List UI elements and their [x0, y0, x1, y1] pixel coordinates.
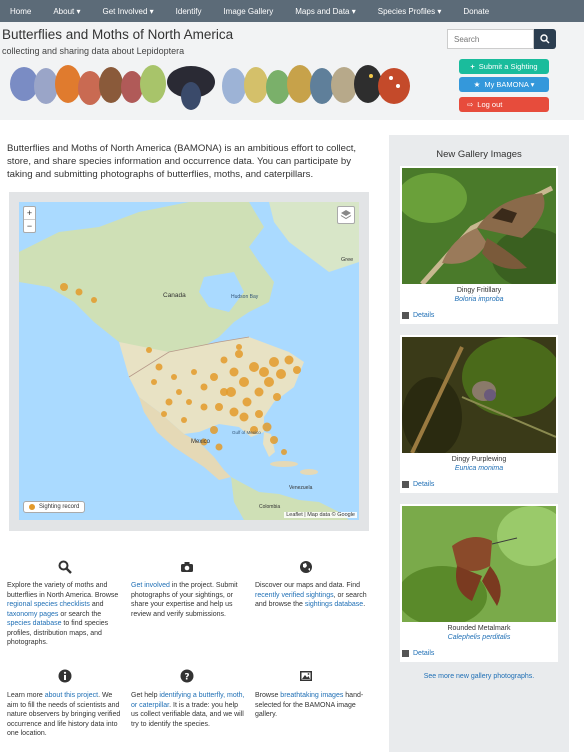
details-link[interactable]: Details — [402, 650, 434, 657]
map-label-canada: Canada — [163, 292, 186, 299]
nav-about[interactable]: About ▾ — [53, 7, 80, 16]
feature-text: and — [89, 601, 104, 608]
recently-verified-sightings-link[interactable]: recently verified sightings — [255, 592, 334, 599]
map-label-mexico: Mexico — [191, 439, 211, 445]
map-basemap — [19, 202, 359, 520]
svg-text:?: ? — [184, 673, 189, 683]
map-zoom-control: + − — [23, 206, 36, 233]
globe-icon — [300, 561, 312, 573]
gallery-photo[interactable] — [402, 168, 556, 284]
about-project-link[interactable]: about this project — [45, 692, 98, 699]
feature-get-involved: Get involved in the project. Submit phot… — [131, 581, 246, 619]
plus-icon: + — [470, 62, 475, 71]
search-icon — [540, 34, 550, 44]
get-involved-link[interactable]: Get involved — [131, 582, 170, 589]
nav-image-gallery[interactable]: Image Gallery — [223, 7, 273, 16]
document-icon — [402, 312, 409, 319]
details-link[interactable]: Details — [402, 312, 434, 319]
site-subtitle: collecting and sharing data about Lepido… — [2, 46, 185, 56]
map-attribution[interactable]: Leaflet | Map data © Google — [284, 512, 357, 518]
taxonomy-pages-link[interactable]: taxonomy pages — [7, 611, 58, 618]
gallery-sidebar: New Gallery Images Dingy Fritillary Bolo… — [389, 135, 569, 752]
site-header: Butterflies and Moths of North America c… — [0, 22, 584, 120]
logout-label: Log out — [477, 100, 503, 109]
gallery-photo[interactable] — [402, 337, 556, 453]
layers-button[interactable] — [337, 206, 355, 224]
nav-maps-and-data[interactable]: Maps and Data ▾ — [295, 7, 356, 16]
info-icon — [58, 669, 72, 683]
details-label: Details — [413, 481, 435, 488]
search-icon — [58, 560, 72, 574]
feature-text: . — [363, 601, 366, 608]
map-legend: Sighting record — [23, 501, 86, 513]
gallery-card: Dingy Fritillary Boloria improba Details — [400, 166, 558, 324]
intro-text: Butterflies and Moths of North America (… — [7, 143, 357, 180]
gallery-card: Rounded Metalmark Calephelis perditalis … — [400, 504, 558, 662]
sightings-database-link[interactable]: sightings database — [305, 601, 363, 608]
question-icon: ? — [180, 669, 194, 683]
feature-text: Discover our maps and data. Find — [255, 582, 361, 589]
feature-explore: Explore the variety of moths and butterf… — [7, 581, 122, 648]
nav-donate[interactable]: Donate — [463, 7, 489, 16]
search-input[interactable] — [447, 29, 534, 49]
feature-maps-data: Discover our maps and data. Find recentl… — [255, 581, 370, 610]
species-common-name: Dingy Fritillary — [456, 287, 502, 294]
submit-sighting-label: Submit a Sighting — [478, 62, 538, 71]
zoom-out-button[interactable]: − — [24, 220, 35, 232]
feature-text: Get help — [131, 692, 160, 699]
see-more-gallery-link[interactable]: See more new gallery photographs. — [389, 673, 569, 680]
details-label: Details — [413, 650, 435, 657]
species-common-name: Dingy Purplewing — [451, 456, 507, 463]
sidebar-title: New Gallery Images — [436, 149, 522, 160]
species-scientific-name[interactable]: Eunica monima — [400, 465, 558, 472]
my-bamona-button[interactable]: ★ My BAMONA ▾ — [459, 77, 549, 92]
map-label-colombia: Colombia — [259, 504, 281, 510]
logout-icon: ⇨ — [467, 100, 474, 109]
map-label-venezuela: Venezuela — [289, 485, 313, 491]
nav-home[interactable]: Home — [10, 7, 31, 16]
feature-text: or search the — [58, 610, 102, 618]
document-icon — [402, 481, 409, 488]
nav-get-involved[interactable]: Get Involved ▾ — [103, 7, 154, 16]
my-bamona-label: My BAMONA ▾ — [484, 80, 535, 89]
butterfly-banner — [10, 65, 410, 110]
layers-icon — [340, 210, 352, 220]
top-navbar: Home About ▾ Get Involved ▾ Identify Ima… — [0, 0, 584, 22]
gallery-card: Dingy Purplewing Eunica monima Details — [400, 335, 558, 493]
site-title[interactable]: Butterflies and Moths of North America — [2, 27, 233, 42]
map-label-gulf: Gulf of Mexico — [232, 430, 261, 435]
zoom-in-button[interactable]: + — [24, 207, 35, 220]
feature-about: Learn more about this project. We aim to… — [7, 691, 122, 739]
map-label-hudson: Hudson Bay — [231, 294, 259, 300]
star-icon: ★ — [473, 80, 481, 89]
legend-label: Sighting record — [39, 504, 80, 510]
map-label-greenland: Gree — [341, 257, 354, 263]
feature-gallery: Browse breathtaking images hand-selected… — [255, 691, 370, 720]
species-scientific-name[interactable]: Calephelis perditalis — [400, 634, 558, 641]
details-label: Details — [413, 312, 435, 319]
feature-text: Browse — [255, 692, 281, 699]
logout-button[interactable]: ⇨ Log out — [459, 97, 549, 112]
image-icon — [300, 671, 312, 681]
regional-checklists-link[interactable]: regional species checklists — [7, 601, 90, 608]
breathtaking-images-link[interactable]: breathtaking images — [280, 692, 343, 699]
feature-text: Learn more — [7, 692, 45, 699]
sighting-dot-icon — [29, 504, 35, 510]
nav-identify[interactable]: Identify — [176, 7, 202, 16]
nav-species-profiles[interactable]: Species Profiles ▾ — [378, 7, 442, 16]
species-database-link[interactable]: species database — [7, 620, 61, 627]
gallery-photo[interactable] — [402, 506, 556, 622]
feature-text: Explore the variety of moths and butterf… — [7, 582, 119, 599]
sightings-map[interactable]: Canada Hudson Bay Mexico Gree Gulf of Me… — [19, 202, 359, 520]
species-scientific-name[interactable]: Boloria improba — [400, 296, 558, 303]
submit-sighting-button[interactable]: + Submit a Sighting — [459, 59, 549, 74]
sightings-map-container: Canada Hudson Bay Mexico Gree Gulf of Me… — [9, 192, 369, 531]
species-common-name: Rounded Metalmark — [447, 625, 511, 632]
camera-icon — [181, 562, 193, 572]
search-button[interactable] — [534, 29, 556, 49]
details-link[interactable]: Details — [402, 481, 434, 488]
feature-identify: Get help identifying a butterfly, moth, … — [131, 691, 246, 729]
document-icon — [402, 650, 409, 657]
